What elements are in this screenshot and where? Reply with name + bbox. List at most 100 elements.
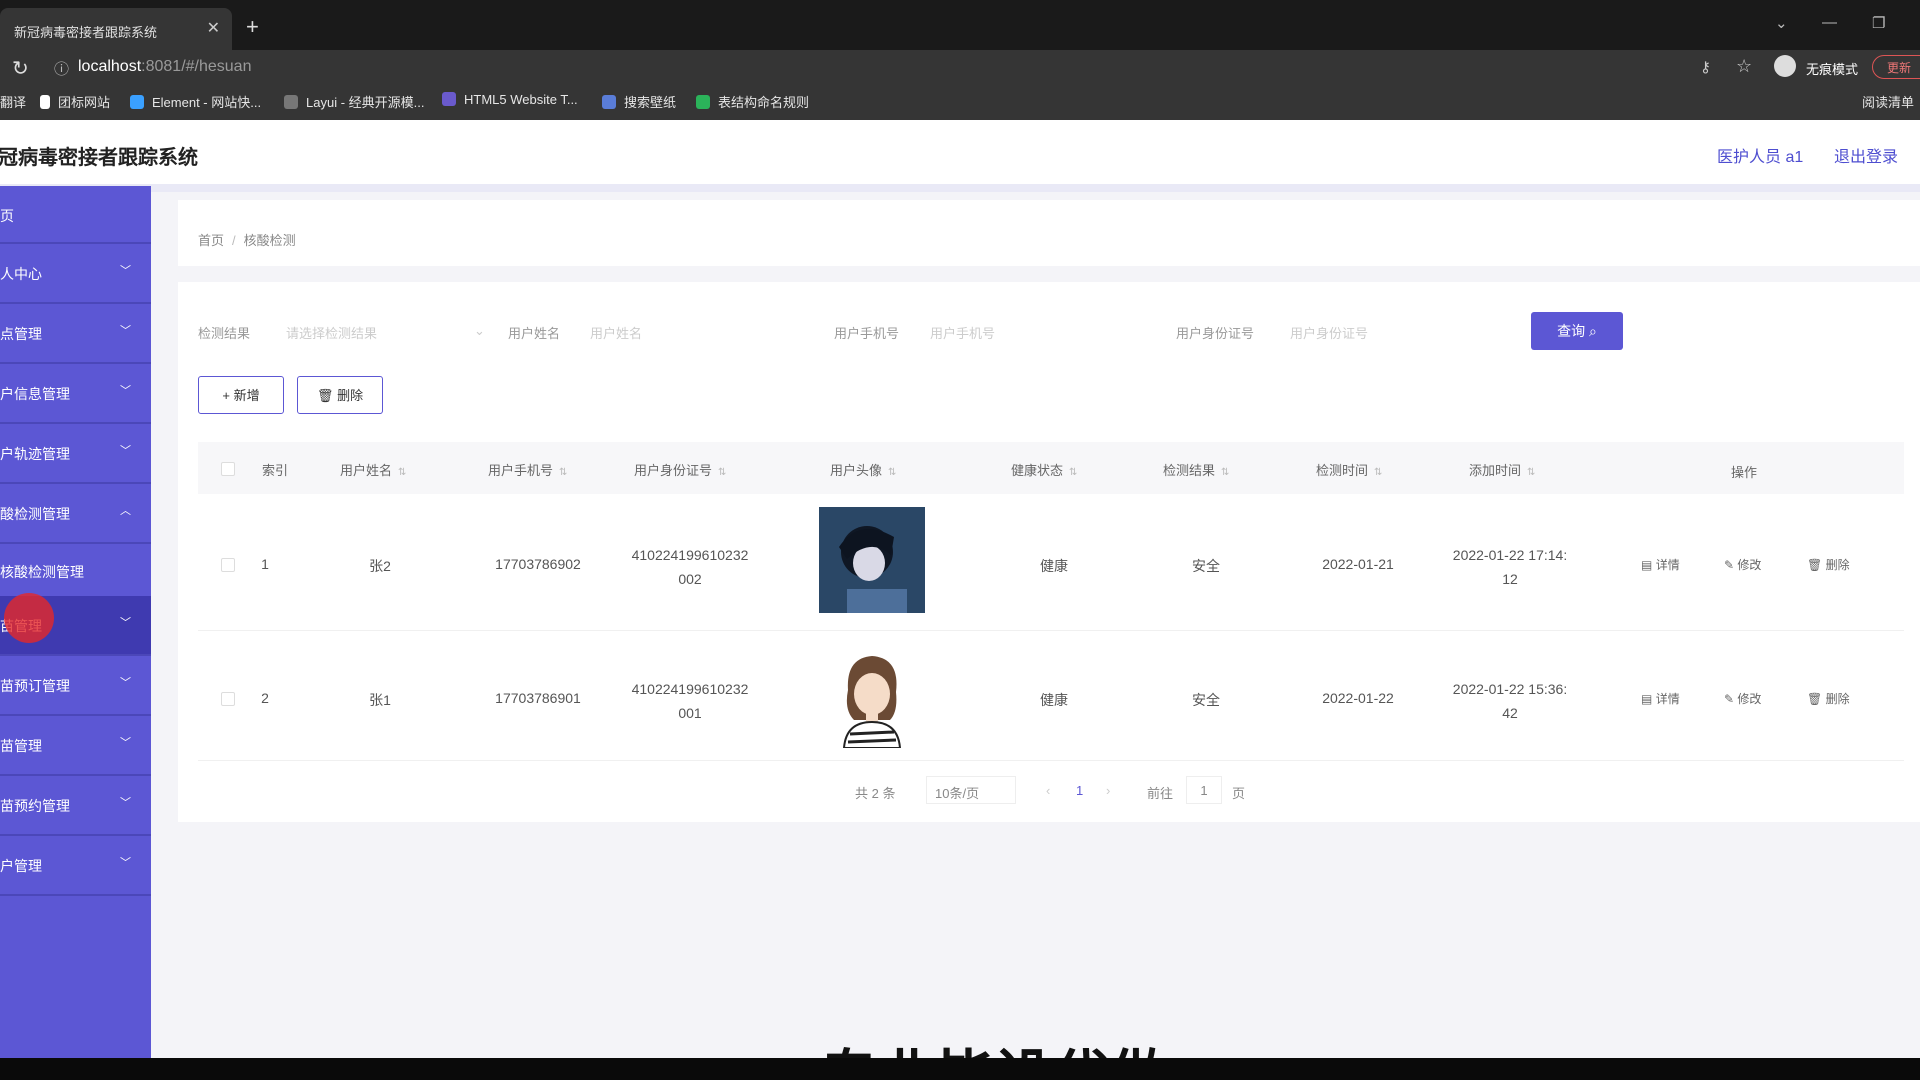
th-phone[interactable]: 用户手机号 ⇅ xyxy=(488,460,567,479)
sidebar-item-vaccine-booking[interactable]: 疫苗预约管理﹀ xyxy=(0,776,151,836)
trash-icon: 🗑 xyxy=(1807,692,1823,706)
pager-total: 共 2 条 xyxy=(855,786,896,801)
reading-list[interactable]: 阅读清单 xyxy=(1862,92,1914,111)
sidebar-item-test[interactable]: 核酸检测管理︿ xyxy=(0,484,151,544)
html5-icon xyxy=(442,92,456,106)
select-all-checkbox[interactable] xyxy=(221,462,235,476)
tab-close-icon[interactable]: ✕ xyxy=(207,18,220,38)
tab-title: 新冠病毒密接者跟踪系统 xyxy=(14,25,158,40)
th-name[interactable]: 用户姓名 ⇅ xyxy=(340,460,406,479)
sheet-icon xyxy=(696,95,710,109)
chevron-down-icon: ﹀ xyxy=(120,677,131,689)
chevron-down-icon: ﹀ xyxy=(120,445,131,457)
result-filter-select[interactable]: 请选择检测结果 xyxy=(286,323,377,342)
sidebar-item-vaccine-order[interactable]: 疫苗预订管理﹀ xyxy=(0,656,151,716)
incognito-label: 无痕模式 xyxy=(1806,62,1859,77)
th-health[interactable]: 健康状态 ⇅ xyxy=(1011,460,1077,479)
element-icon xyxy=(130,95,144,109)
page-size-select[interactable]: 10条/页 xyxy=(926,776,1016,804)
row-delete-button[interactable]: 🗑 删除 xyxy=(1807,556,1850,573)
cell-result: 安全 xyxy=(1192,558,1220,574)
logout-link[interactable]: 退出登录 xyxy=(1834,143,1898,167)
breadcrumb-home[interactable]: 首页 xyxy=(198,233,224,248)
chevron-down-icon: ﹀ xyxy=(120,797,131,809)
edit-button[interactable]: ✎ 修改 xyxy=(1724,690,1761,707)
bookmark-6[interactable]: 表结构命名规则 xyxy=(696,92,809,111)
browser-tab[interactable]: 新冠病毒密接者跟踪系统 ✕ xyxy=(0,8,232,50)
restore-icon[interactable]: ❐ xyxy=(1872,14,1885,32)
tab-search-icon[interactable]: ⌄ xyxy=(1775,14,1788,32)
chevron-down-icon: ﹀ xyxy=(120,385,131,397)
chevron-up-icon: ︿ xyxy=(120,505,131,517)
row-checkbox[interactable] xyxy=(221,558,235,572)
bookmark-5[interactable]: 搜索壁纸 xyxy=(602,92,676,111)
wallpaper-icon xyxy=(602,95,616,109)
next-page-icon[interactable]: › xyxy=(1106,783,1110,798)
cell-index: 1 xyxy=(261,556,269,572)
chevron-down-icon: ﹀ xyxy=(120,857,131,869)
breadcrumb-panel xyxy=(178,200,1920,266)
reload-icon[interactable]: ↻ xyxy=(12,56,29,81)
key-icon[interactable]: ⚷ xyxy=(1700,58,1711,76)
edit-icon: ✎ xyxy=(1724,692,1735,706)
bookmark-2[interactable]: Element - 网站快... xyxy=(130,92,261,111)
prev-page-icon[interactable]: ‹ xyxy=(1046,783,1050,798)
sidebar-item-vaccine2[interactable]: 疫苗管理﹀ xyxy=(0,716,151,776)
cell-idcard: 410224199610232 001 xyxy=(631,681,749,721)
bookmark-1[interactable]: 团标网站 xyxy=(40,92,110,111)
th-idcard[interactable]: 用户身份证号 ⇅ xyxy=(634,460,726,479)
sidebar-subitem-test[interactable]: 核酸检测管理 xyxy=(0,546,151,596)
bookmark-4[interactable]: HTML5 Website T... xyxy=(442,92,578,107)
cell-result: 安全 xyxy=(1192,692,1220,708)
th-avatar[interactable]: 用户头像 ⇅ xyxy=(830,460,896,479)
cell-add-date: 2022-01-22 17:14: 12 xyxy=(1452,547,1568,587)
sidebar-item-users[interactable]: 用户管理﹀ xyxy=(0,836,151,896)
phone-filter-input[interactable]: 用户手机号 xyxy=(930,323,995,342)
breadcrumb: 首页 / 核酸检测 xyxy=(198,233,296,248)
goto-input[interactable]: 1 xyxy=(1186,776,1222,804)
query-button[interactable]: 查询 ⌕ xyxy=(1531,312,1623,350)
browser-tabbar xyxy=(0,0,1920,50)
detail-button[interactable]: ▤ 详情 xyxy=(1641,690,1680,707)
star-icon[interactable]: ☆ xyxy=(1736,56,1752,77)
th-add-date[interactable]: 添加时间 ⇅ xyxy=(1469,460,1535,479)
chevron-down-icon: ﹀ xyxy=(120,617,131,629)
app-title: 新冠病毒密接者跟踪系统 xyxy=(0,147,198,169)
new-tab-icon[interactable]: + xyxy=(246,14,259,40)
bottom-bar xyxy=(0,1058,1920,1080)
cell-name: 张1 xyxy=(369,692,391,708)
page-unit: 页 xyxy=(1232,786,1246,801)
user-label[interactable]: 医护人员 a1 xyxy=(1717,143,1803,167)
sidebar-item-places[interactable]: 地点管理﹀ xyxy=(0,304,151,364)
page-number[interactable]: 1 xyxy=(1076,783,1083,798)
idcard-filter-input[interactable]: 用户身份证号 xyxy=(1290,323,1368,342)
detail-button[interactable]: ▤ 详情 xyxy=(1641,556,1680,573)
edit-button[interactable]: ✎ 修改 xyxy=(1724,556,1761,573)
cell-add-date: 2022-01-22 15:36: 42 xyxy=(1452,681,1568,721)
incognito-icon[interactable] xyxy=(1774,55,1796,77)
th-test-date[interactable]: 检测时间 ⇅ xyxy=(1316,460,1382,479)
sidebar-item-userinfo[interactable]: 用户信息管理﹀ xyxy=(0,364,151,424)
name-filter-input[interactable]: 用户姓名 xyxy=(590,323,642,342)
th-index: 索引 xyxy=(262,463,289,478)
minimize-icon[interactable]: — xyxy=(1822,14,1837,31)
url-host: localhost xyxy=(78,58,142,75)
url-path: :8081/#/hesuan xyxy=(141,58,252,75)
row-checkbox[interactable] xyxy=(221,692,235,706)
goto-label: 前往 xyxy=(1147,786,1174,801)
bookmark-translate[interactable]: 翻译 xyxy=(0,92,26,111)
info-icon[interactable]: ⓘ xyxy=(54,58,69,79)
address-bar[interactable]: localhost:8081/#/hesuan xyxy=(78,58,251,76)
sidebar-item-track[interactable]: 用户轨迹管理﹀ xyxy=(0,424,151,484)
th-result[interactable]: 检测结果 ⇅ xyxy=(1163,460,1229,479)
layui-icon xyxy=(284,95,298,109)
delete-button[interactable]: 🗑 删除 xyxy=(297,376,383,414)
sidebar-item-profile[interactable]: 个人中心﹀ xyxy=(0,244,151,304)
add-button[interactable]: + 新增 xyxy=(198,376,284,414)
bookmark-3[interactable]: Layui - 经典开源模... xyxy=(284,92,424,111)
update-button[interactable]: 更新 xyxy=(1872,55,1920,79)
search-icon: ⌕ xyxy=(1589,323,1597,339)
cell-test-date: 2022-01-21 xyxy=(1322,556,1394,572)
sidebar-item-home[interactable]: 首页 xyxy=(0,186,151,244)
row-delete-button[interactable]: 🗑 删除 xyxy=(1807,690,1850,707)
